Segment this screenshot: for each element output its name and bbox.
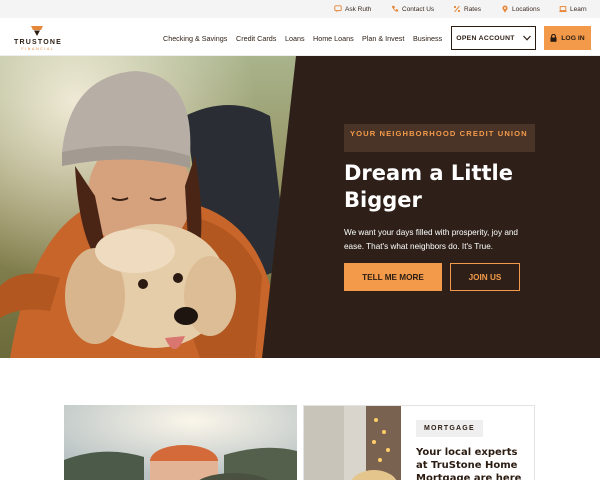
trustone-logo[interactable]: TRUSTONE FINANCIAL [8, 24, 68, 52]
open-account-label: OPEN ACCOUNT [456, 34, 515, 42]
phone-icon [391, 5, 399, 12]
nav-home-loans[interactable]: Home Loans [313, 34, 354, 44]
percent-icon [453, 5, 461, 13]
nav-checking-savings[interactable]: Checking & Savings [163, 34, 227, 44]
hero-eyebrow: YOUR NEIGHBORHOOD CREDIT UNION [344, 124, 535, 152]
nav-business[interactable]: Business [413, 34, 442, 44]
hero-headline: Dream a Little Bigger [344, 161, 513, 212]
feature-card-photo[interactable] [64, 405, 297, 480]
learn-link[interactable]: Learn [559, 4, 587, 14]
utility-bar: Ask Ruth Contact Us Rates Locations Lear… [0, 0, 600, 18]
nav-loans[interactable]: Loans [285, 34, 305, 44]
open-account-button[interactable]: OPEN ACCOUNT [451, 26, 536, 50]
login-label: LOG IN [561, 34, 585, 42]
locations-link[interactable]: Locations [501, 4, 540, 14]
card-photo-woman-orange-beanie [64, 405, 297, 480]
utility-label: Rates [464, 5, 481, 13]
mortgage-card[interactable]: MORTGAGE Your local experts at TruStone … [303, 405, 535, 480]
main-header: TRUSTONE FINANCIAL Checking & Savings Cr… [0, 18, 600, 56]
card-photo-holiday-lights [304, 406, 401, 480]
utility-label: Contact Us [402, 5, 435, 13]
chat-icon [334, 5, 342, 13]
join-us-button[interactable]: JOIN US [450, 263, 520, 291]
hero-banner: YOUR NEIGHBORHOOD CREDIT UNION Dream a L… [0, 56, 600, 358]
tell-me-more-button[interactable]: TELL ME MORE [344, 263, 442, 291]
nav-credit-cards[interactable]: Credit Cards [236, 34, 276, 44]
rates-link[interactable]: Rates [453, 4, 481, 14]
logo-tagline: FINANCIAL [21, 47, 55, 51]
laptop-icon [559, 6, 567, 13]
mortgage-badge: MORTGAGE [416, 420, 483, 437]
utility-label: Learn [570, 5, 587, 13]
nav-plan-invest[interactable]: Plan & Invest [362, 34, 404, 44]
utility-label: Ask Ruth [345, 5, 372, 13]
hero-description: We want your days filled with prosperity… [344, 228, 518, 251]
utility-label: Locations [512, 5, 540, 13]
mortgage-card-title: Your local experts at TruStone Home Mort… [416, 447, 522, 480]
login-button[interactable]: LOG IN [544, 26, 591, 50]
contact-us-link[interactable]: Contact Us [391, 4, 434, 14]
map-pin-icon [502, 5, 508, 13]
logo-mark-icon [31, 26, 43, 36]
chevron-down-icon [522, 35, 531, 41]
logo-wordmark: TRUSTONE [14, 39, 62, 46]
lock-icon [550, 34, 557, 42]
ask-ruth-link[interactable]: Ask Ruth [334, 4, 371, 14]
